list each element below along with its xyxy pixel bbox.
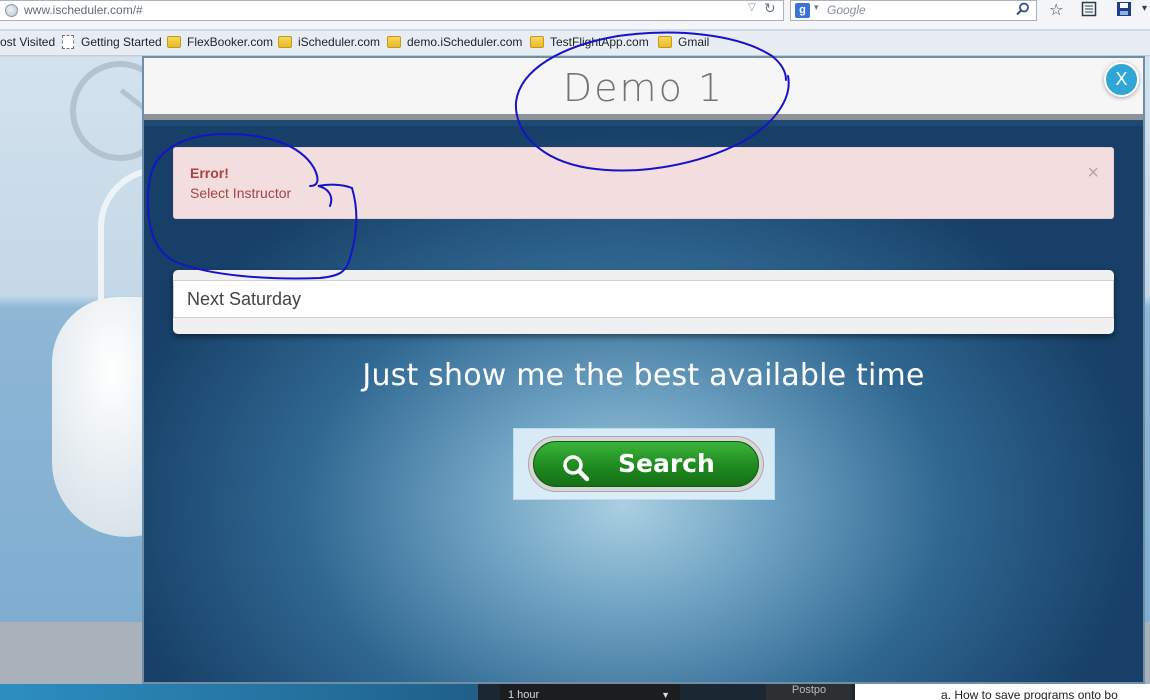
search-engine-icon[interactable]: g bbox=[795, 3, 810, 18]
folder-icon bbox=[167, 36, 181, 48]
duration-select-value: 1 hour bbox=[508, 689, 540, 700]
search-field[interactable]: g ▾ Google bbox=[790, 0, 1037, 21]
url-text: www.ischeduler.com/# bbox=[24, 3, 143, 17]
bookmark-most-visited[interactable]: ost Visited bbox=[0, 35, 55, 49]
booking-modal: Demo 1 Error! Select Instructor × Next S… bbox=[142, 56, 1145, 684]
modal-body: Error! Select Instructor × Next Saturday… bbox=[144, 126, 1143, 682]
bookmark-testflightapp[interactable]: TestFlightApp.com bbox=[550, 35, 649, 49]
bookmarks-list-icon[interactable] bbox=[1081, 0, 1097, 22]
search-button[interactable]: Search bbox=[528, 436, 764, 492]
tagline: Just show me the best available time bbox=[362, 358, 925, 393]
postpone-button[interactable]: Postpo bbox=[766, 684, 852, 700]
alert-message: Select Instructor bbox=[190, 185, 292, 201]
folder-icon bbox=[278, 36, 292, 48]
chevron-down-icon: ▼ bbox=[661, 690, 670, 700]
browser-toolbar: www.ischeduler.com/# ▽ ↻ g ▾ Google ☆ ▾ bbox=[0, 0, 1150, 30]
date-input[interactable]: Next Saturday bbox=[173, 280, 1114, 318]
magnifier-icon bbox=[562, 452, 590, 496]
search-button-label: Search bbox=[618, 449, 715, 478]
engine-dropdown-icon[interactable]: ▾ bbox=[814, 3, 819, 13]
modal-header: Demo 1 bbox=[144, 58, 1143, 120]
globe-icon bbox=[5, 4, 18, 17]
date-selector: Next Saturday bbox=[173, 270, 1114, 334]
reload-icon[interactable]: ↻ bbox=[764, 1, 776, 17]
search-button-frame: Search bbox=[513, 428, 775, 500]
bookmark-getting-started[interactable]: Getting Started bbox=[81, 35, 162, 49]
bookmarks-bar: ost Visited Getting Started FlexBooker.c… bbox=[0, 31, 1150, 56]
bookmark-demo-ischeduler[interactable]: demo.iScheduler.com bbox=[407, 35, 522, 49]
save-icon[interactable] bbox=[1116, 0, 1132, 22]
modal-title: Demo 1 bbox=[562, 66, 725, 110]
bookmark-gmail[interactable]: Gmail bbox=[678, 35, 709, 49]
duration-select[interactable]: 1 hour ▼ bbox=[500, 684, 680, 700]
modal-close-button[interactable]: X bbox=[1104, 62, 1139, 97]
dropdown-icon[interactable]: ▽ bbox=[748, 2, 756, 13]
star-icon[interactable]: ☆ bbox=[1049, 0, 1063, 19]
error-alert: Error! Select Instructor × bbox=[173, 147, 1114, 219]
taskbar-left-region bbox=[0, 684, 478, 700]
url-field[interactable]: www.ischeduler.com/# ▽ ↻ bbox=[0, 0, 784, 21]
search-button-face[interactable]: Search bbox=[533, 441, 759, 487]
taskbar-strip: 1 hour ▼ Postpo a. How to save programs … bbox=[0, 684, 1150, 700]
search-placeholder: Google bbox=[827, 3, 866, 17]
alert-title: Error! bbox=[190, 165, 229, 181]
document-snippet: a. How to save programs onto bo bbox=[855, 684, 1150, 700]
page-icon bbox=[62, 35, 74, 49]
search-go-icon[interactable] bbox=[1016, 2, 1030, 20]
bookmark-flexbooker[interactable]: FlexBooker.com bbox=[187, 35, 273, 49]
folder-icon bbox=[530, 36, 544, 48]
menu-overflow-icon[interactable]: ▾ bbox=[1142, 3, 1147, 14]
bookmark-ischeduler[interactable]: iScheduler.com bbox=[298, 35, 380, 49]
folder-icon bbox=[658, 36, 672, 48]
alert-close-button[interactable]: × bbox=[1087, 162, 1099, 185]
folder-icon bbox=[387, 36, 401, 48]
